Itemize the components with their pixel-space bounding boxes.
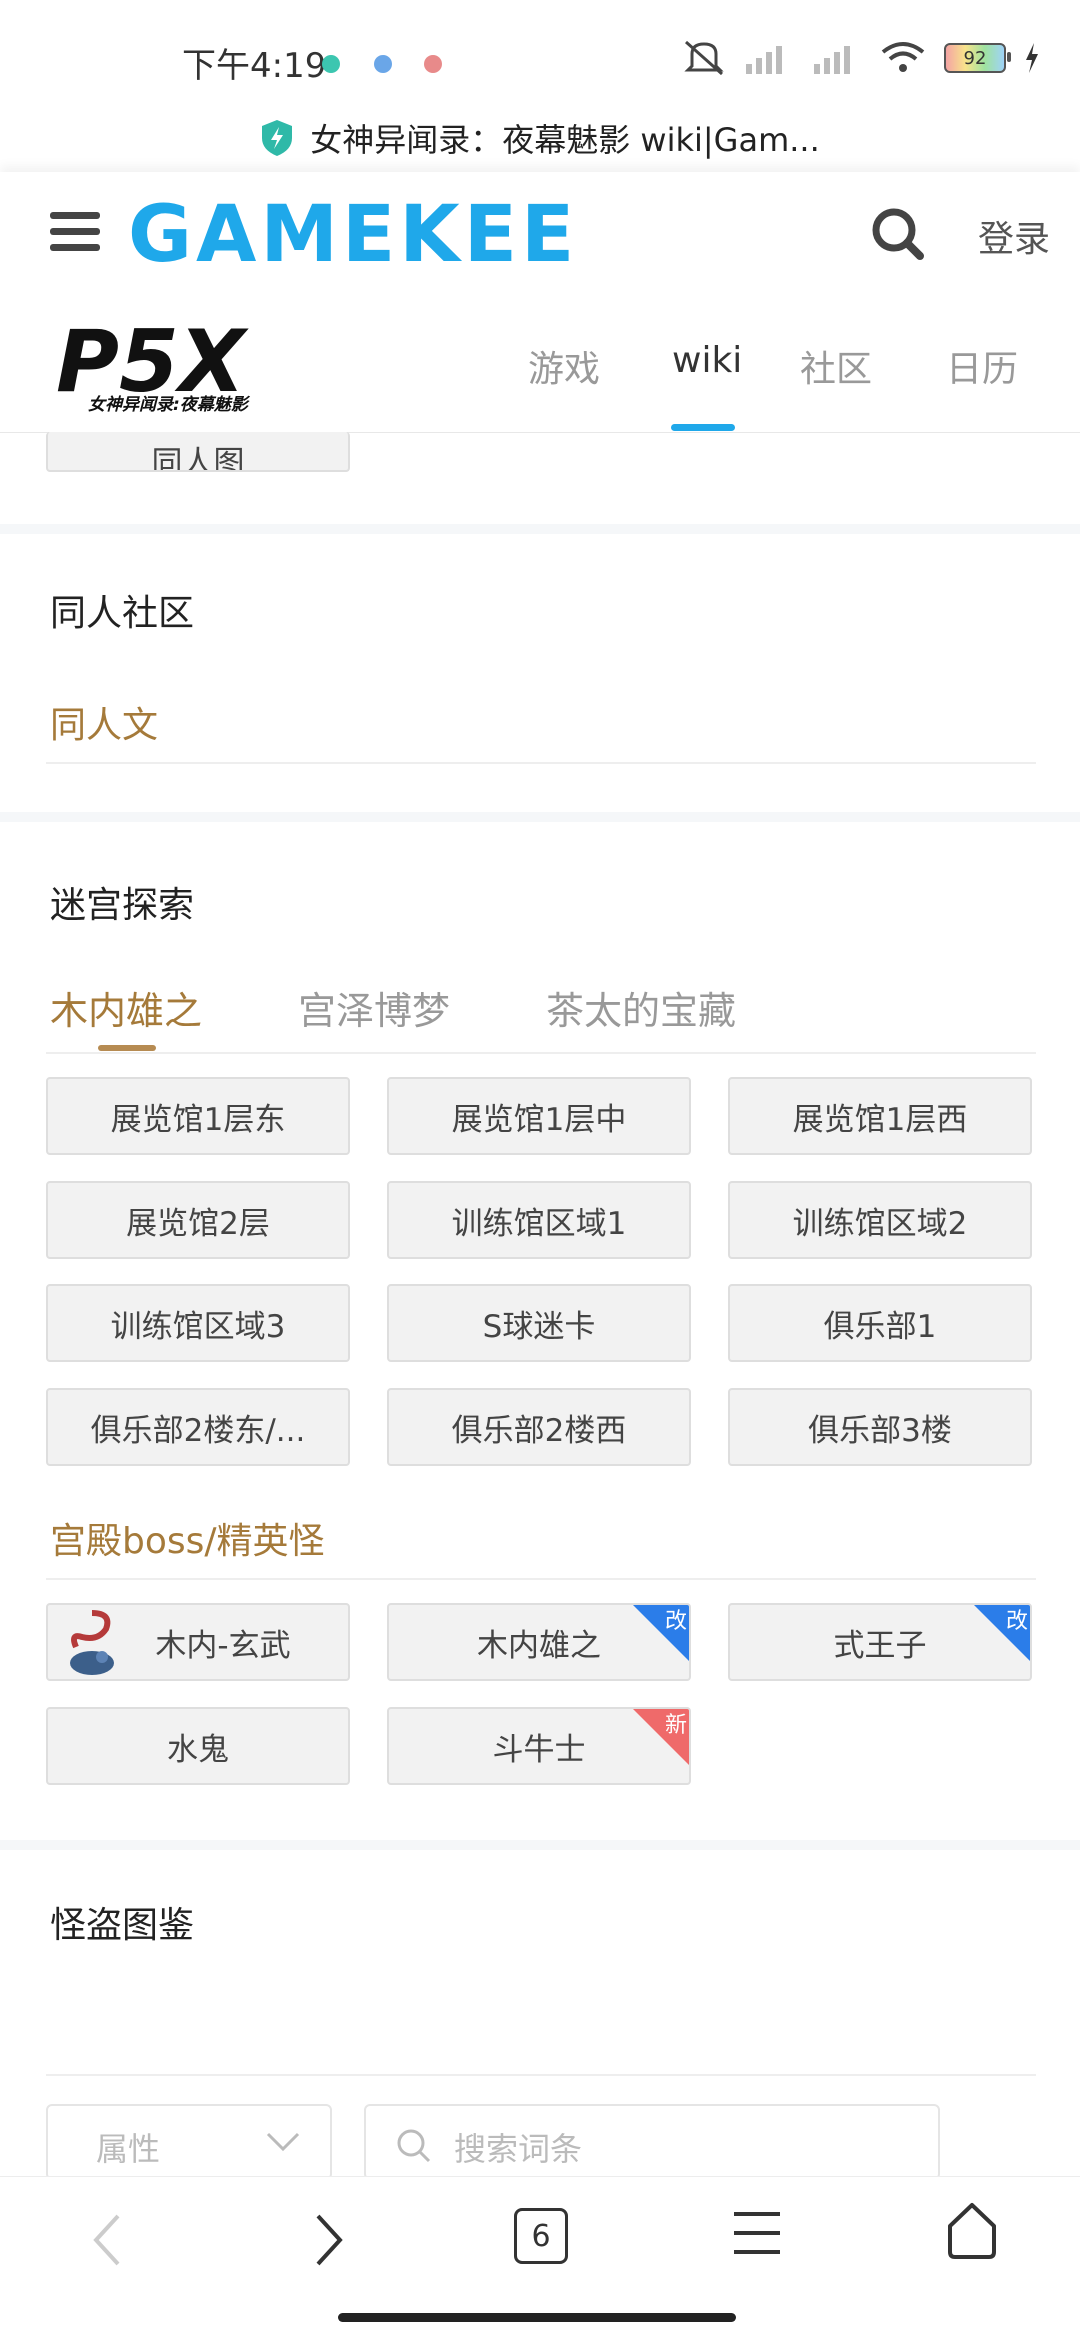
- notification-icon: [374, 55, 392, 73]
- tab-game[interactable]: 游戏: [528, 340, 600, 392]
- notification-icon: [322, 55, 340, 73]
- area-button[interactable]: 训练馆区域3: [46, 1284, 350, 1362]
- menu-icon[interactable]: [730, 2208, 784, 2258]
- tab-wiki[interactable]: wiki: [672, 340, 742, 381]
- area-label: 展览馆1层东: [110, 1101, 286, 1138]
- boss-label: 斗牛士: [492, 1731, 586, 1768]
- area-label: 展览馆2层: [126, 1205, 270, 1242]
- charging-icon: [1026, 43, 1038, 73]
- search-placeholder: 搜索词条: [454, 2130, 583, 2168]
- battery-indicator: 92: [944, 43, 1011, 73]
- section-title-dungeon: 迷宫探索: [50, 885, 195, 926]
- back-icon[interactable]: [88, 2210, 128, 2270]
- section-title-fan-community: 同人社区: [50, 593, 195, 634]
- login-button[interactable]: 登录: [978, 210, 1050, 262]
- area-button[interactable]: 展览馆2层: [46, 1181, 350, 1259]
- tab-miyazawa[interactable]: 宫泽博梦: [298, 980, 450, 1035]
- area-button[interactable]: 展览馆1层东: [46, 1077, 350, 1155]
- area-label: 俱乐部1: [823, 1308, 937, 1345]
- status-icons: 92: [682, 38, 1040, 78]
- section-title-monster: 怪盗图鉴: [50, 1905, 195, 1946]
- badge-text: 改: [664, 1609, 687, 1634]
- divider: [46, 2074, 1036, 2076]
- tab-kinouchi[interactable]: 木内雄之: [50, 980, 202, 1035]
- fan-art-label: 同人图: [151, 445, 245, 472]
- area-label: 训练馆区域1: [451, 1205, 627, 1242]
- home-icon[interactable]: [944, 2200, 1000, 2262]
- area-button[interactable]: 展览馆1层西: [728, 1077, 1032, 1155]
- status-time: 下午4:19: [182, 46, 327, 86]
- home-indicator[interactable]: [338, 2313, 736, 2322]
- area-label: 俱乐部2楼东/...: [90, 1412, 306, 1449]
- divider: [46, 1578, 1036, 1580]
- battery-level: 92: [963, 47, 987, 69]
- active-tab-indicator: [671, 424, 735, 431]
- chevron-down-icon: [266, 2132, 300, 2152]
- search-icon[interactable]: [870, 206, 926, 262]
- search-input[interactable]: 搜索词条: [364, 2104, 940, 2180]
- area-button[interactable]: S球迷卡: [387, 1284, 691, 1362]
- fan-art-button[interactable]: 同人图: [46, 432, 350, 472]
- boss-label: 水鬼: [167, 1731, 229, 1768]
- secure-shield-icon: [262, 120, 293, 156]
- tab-treasure[interactable]: 茶太的宝藏: [546, 980, 736, 1035]
- wifi-icon: [881, 42, 925, 72]
- badge-text: 新: [664, 1713, 687, 1738]
- area-label: 俱乐部2楼西: [451, 1412, 627, 1449]
- boss-label: 式王子: [833, 1627, 927, 1664]
- mute-icon: [684, 40, 724, 76]
- area-button[interactable]: 展览馆1层中: [387, 1077, 691, 1155]
- tabs-button[interactable]: 6: [514, 2208, 568, 2264]
- section-divider: [0, 1840, 1080, 1850]
- badge-text: 改: [1005, 1609, 1028, 1634]
- page-title: 女神异闻录：夜幕魅影 wiki|Gam...: [310, 121, 820, 159]
- menu-icon[interactable]: [48, 208, 104, 256]
- fan-fiction-link[interactable]: 同人文: [50, 696, 158, 748]
- active-tab-indicator: [98, 1045, 156, 1051]
- divider: [46, 762, 1036, 764]
- area-button[interactable]: 训练馆区域2: [728, 1181, 1032, 1259]
- divider: [46, 1052, 1036, 1054]
- area-label: S球迷卡: [482, 1308, 596, 1345]
- area-button[interactable]: 俱乐部3楼: [728, 1388, 1032, 1466]
- attribute-select[interactable]: 属性: [46, 2104, 332, 2180]
- boss-button[interactable]: 木内雄之 改: [387, 1603, 691, 1681]
- area-label: 展览馆1层西: [792, 1101, 968, 1138]
- section-divider: [0, 812, 1080, 822]
- game-logo-subtitle: 女神异闻录:夜幕魅影: [88, 395, 248, 415]
- notification-icon: [424, 55, 442, 73]
- boss-label: 木内雄之: [477, 1627, 601, 1664]
- area-label: 俱乐部3楼: [808, 1412, 952, 1449]
- boss-button[interactable]: 木内-玄武: [46, 1603, 350, 1681]
- site-logo[interactable]: GAMEKEE: [128, 190, 578, 280]
- tab-count: 6: [531, 2218, 551, 2254]
- signal-icon: [814, 46, 850, 74]
- area-button[interactable]: 俱乐部2楼西: [387, 1388, 691, 1466]
- boss-subtitle: 宫殿boss/精英怪: [50, 1521, 325, 1562]
- forward-icon[interactable]: [308, 2210, 348, 2270]
- area-label: 展览馆1层中: [451, 1101, 627, 1138]
- tab-calendar[interactable]: 日历: [946, 340, 1018, 392]
- area-button[interactable]: 俱乐部1: [728, 1284, 1032, 1362]
- section-divider: [0, 524, 1080, 534]
- area-label: 训练馆区域2: [792, 1205, 968, 1242]
- area-button[interactable]: 俱乐部2楼东/...: [46, 1388, 350, 1466]
- search-icon: [397, 2129, 431, 2163]
- boss-button[interactable]: 斗牛士 新: [387, 1707, 691, 1785]
- boss-avatar-icon: [70, 1610, 114, 1675]
- boss-button[interactable]: 水鬼: [46, 1707, 350, 1785]
- boss-label: 木内-玄武: [155, 1627, 291, 1664]
- area-button[interactable]: 训练馆区域1: [387, 1181, 691, 1259]
- url-bar[interactable]: 女神异闻录：夜幕魅影 wiki|Gam...: [0, 108, 1080, 168]
- game-logo[interactable]: P5X 女神异闻录:夜幕魅影: [56, 312, 276, 420]
- boss-button[interactable]: 式王子 改: [728, 1603, 1032, 1681]
- tab-community[interactable]: 社区: [800, 340, 872, 392]
- signal-icon: [746, 46, 782, 74]
- area-label: 训练馆区域3: [110, 1308, 286, 1345]
- attribute-select-label: 属性: [96, 2130, 161, 2168]
